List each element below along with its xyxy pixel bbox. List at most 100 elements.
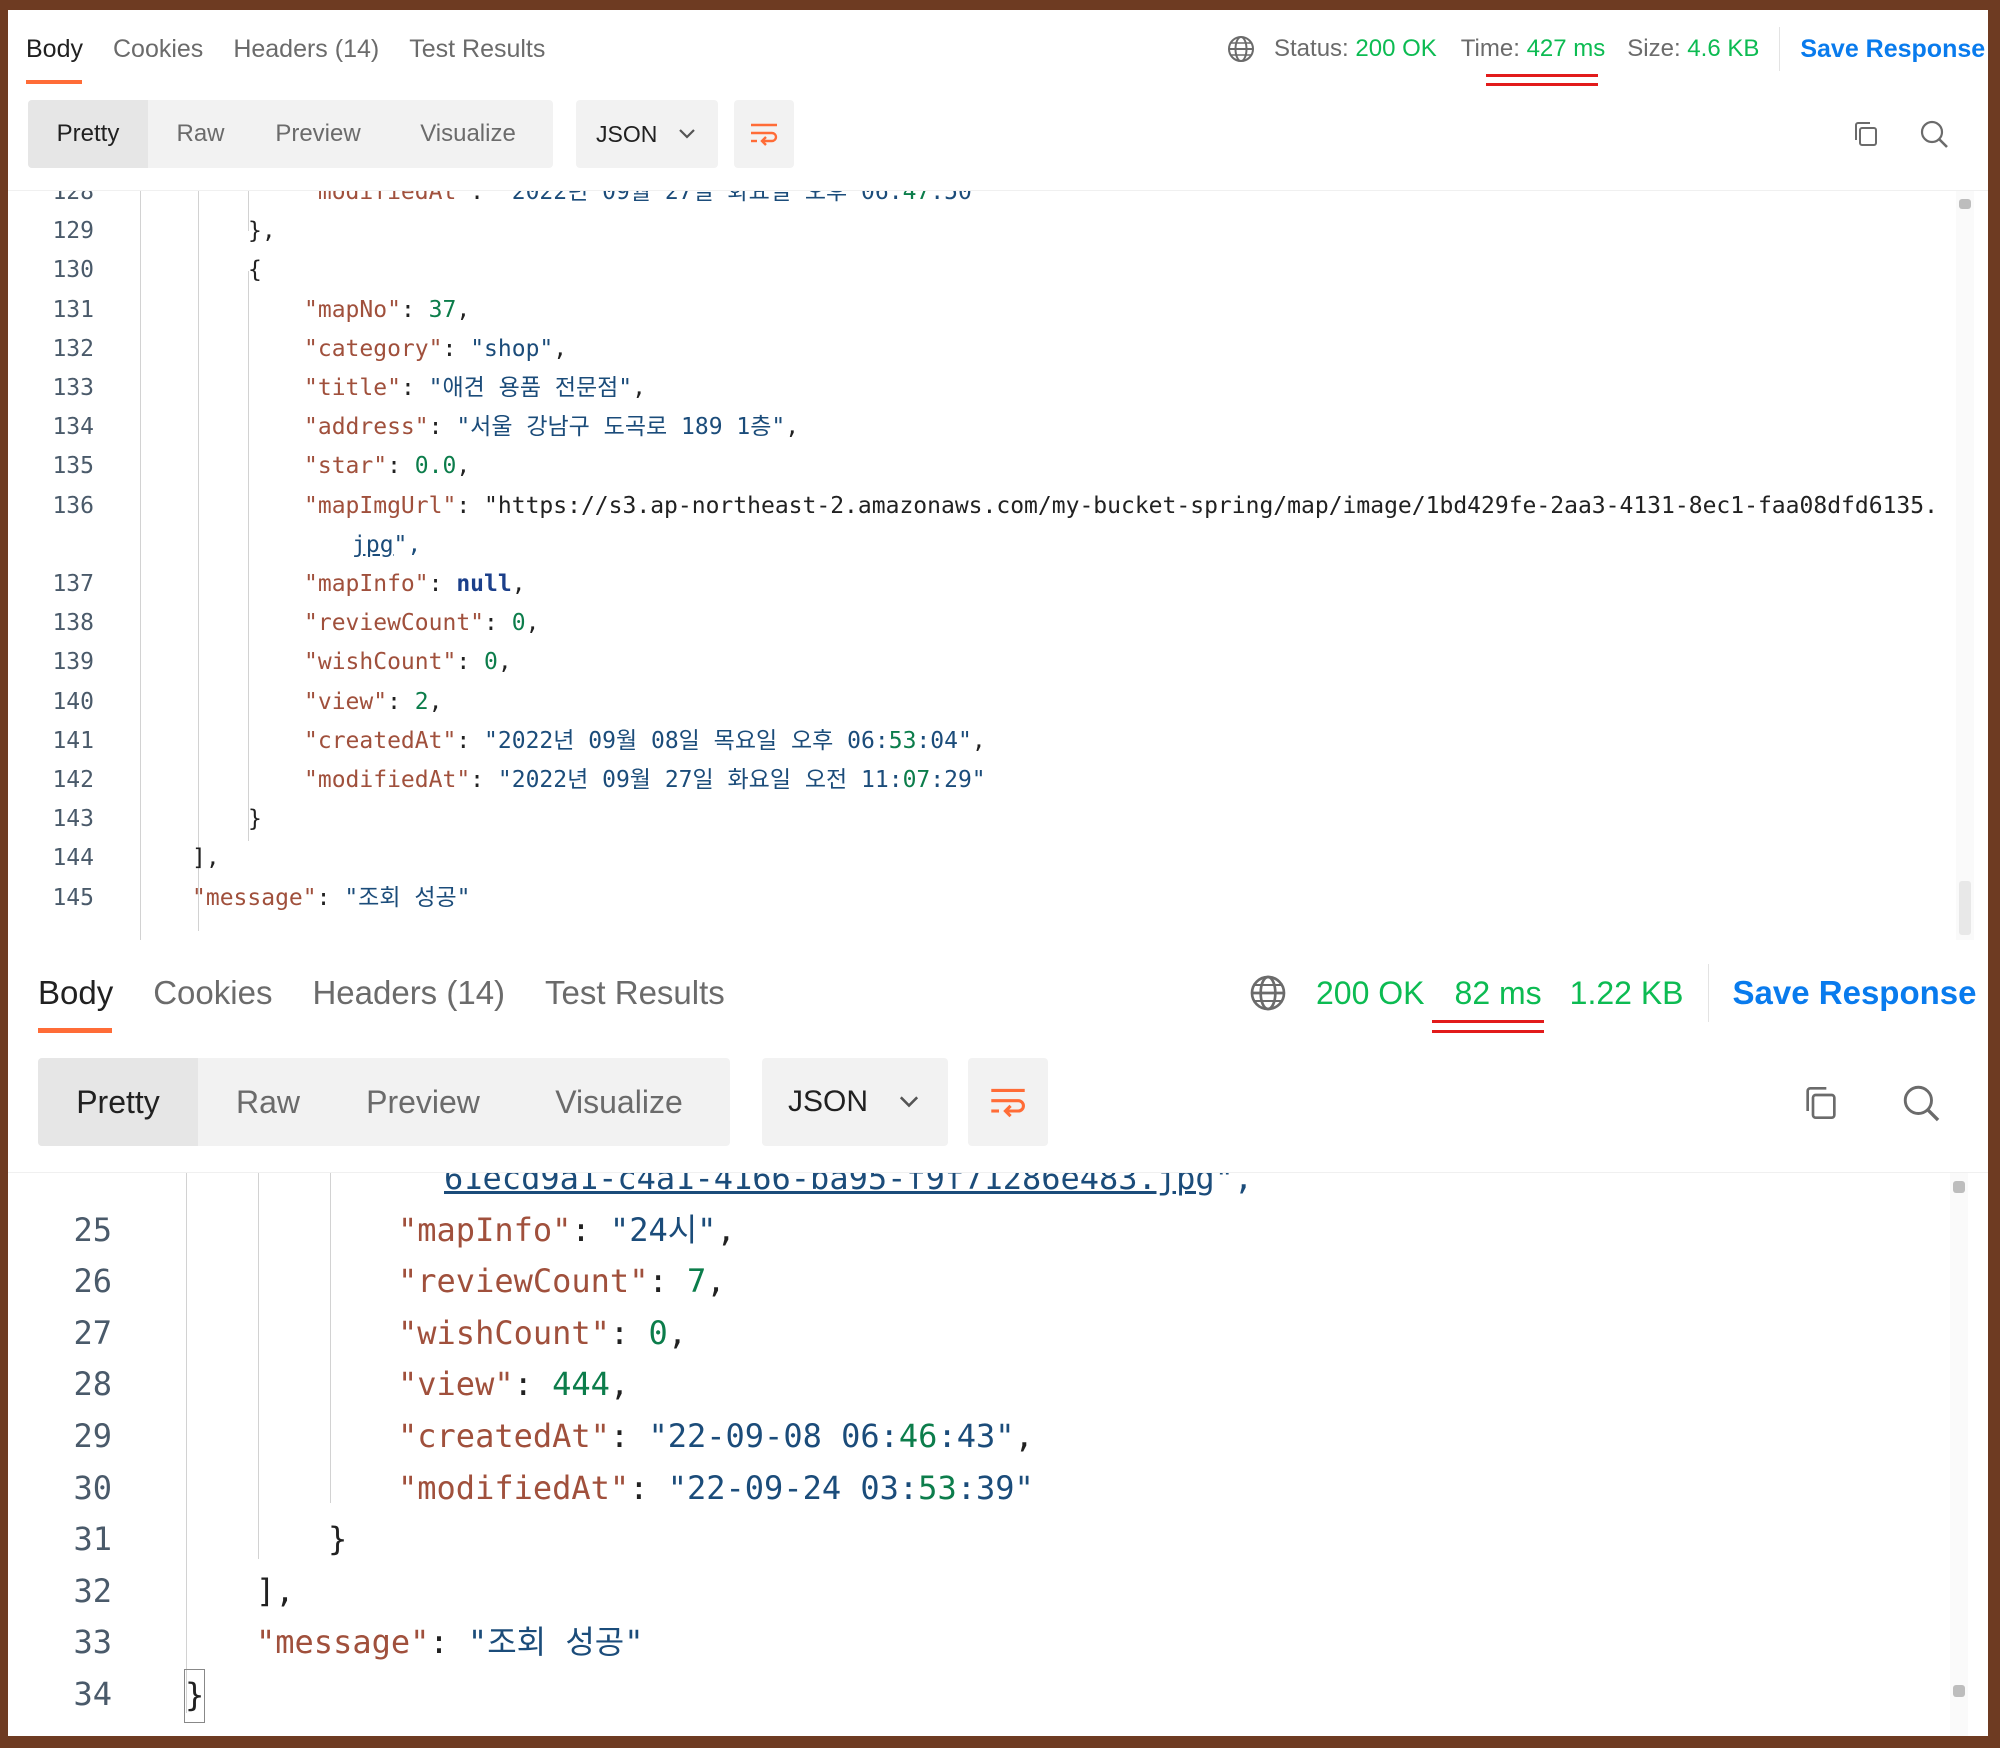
view-raw[interactable]: Raw bbox=[148, 100, 253, 168]
line-number: 145 bbox=[52, 884, 94, 911]
search-button[interactable] bbox=[1888, 1070, 1954, 1136]
scrollbar-thumb[interactable] bbox=[1959, 881, 1971, 935]
view-preview[interactable]: Preview bbox=[338, 1058, 508, 1146]
code-line: jpg", bbox=[352, 531, 422, 558]
copy-icon bbox=[1801, 1083, 1841, 1123]
response-body-editor[interactable]: 61ecd9a1-c4a1-4166-ba95-f9f71286e483.jpg… bbox=[8, 1172, 1988, 1736]
image-url-link-continued[interactable]: jpg bbox=[352, 532, 394, 558]
vertical-scrollbar[interactable] bbox=[1950, 1173, 1968, 1736]
vertical-scrollbar[interactable] bbox=[1956, 191, 1974, 940]
tab-headers[interactable]: Headers (14) bbox=[312, 974, 505, 1012]
format-select[interactable]: JSON bbox=[576, 100, 718, 168]
response-meta: Status: 200 OK Time: 427 ms Size: 4.6 KB… bbox=[1226, 10, 1988, 88]
indent-guide bbox=[186, 1173, 187, 1713]
copy-button[interactable] bbox=[1840, 108, 1892, 160]
code-line: "message": "조회 성공" bbox=[192, 884, 471, 911]
code-line: }, bbox=[248, 218, 276, 245]
response-toolbar: Pretty Raw Preview Visualize JSON bbox=[8, 1058, 1988, 1150]
wrap-lines-button[interactable] bbox=[968, 1058, 1048, 1146]
line-number: 137 bbox=[52, 571, 94, 597]
view-preview[interactable]: Preview bbox=[253, 100, 383, 168]
globe-icon[interactable] bbox=[1248, 973, 1288, 1013]
line-number: 134 bbox=[52, 414, 94, 441]
status-value[interactable]: 200 OK bbox=[1355, 35, 1436, 63]
code-line: "createdAt": "22-09-08 06:46:43", bbox=[398, 1417, 1034, 1455]
tab-headers[interactable]: Headers (14) bbox=[233, 35, 379, 64]
time-label: Time: bbox=[1460, 35, 1520, 62]
search-button[interactable] bbox=[1908, 108, 1960, 160]
response-meta: 200 OK 82 ms 1.22 KB Save Response bbox=[1248, 940, 1988, 1046]
code-line: "modifiedAt": "2022년 09월 27일 화요일 오전 11:0… bbox=[304, 767, 986, 793]
tab-test-results[interactable]: Test Results bbox=[409, 35, 545, 64]
line-number: 34 bbox=[73, 1675, 112, 1713]
code-line: "message": "조회 성공" bbox=[256, 1623, 644, 1662]
view-visualize[interactable]: Visualize bbox=[508, 1058, 730, 1146]
line-number: 143 bbox=[52, 806, 94, 833]
response-header-bar: Body Cookies Headers (14) Test Results S… bbox=[8, 10, 1988, 88]
line-number: 138 bbox=[52, 610, 94, 637]
format-select[interactable]: JSON bbox=[762, 1058, 948, 1146]
code-line: "modifiedAt": "22-09-24 03:53:39" bbox=[398, 1468, 1034, 1507]
time-value[interactable]: 82 ms bbox=[1455, 975, 1542, 1012]
line-number: 144 bbox=[52, 845, 94, 872]
tab-body[interactable]: Body bbox=[38, 974, 113, 1012]
indent-guide bbox=[140, 191, 141, 940]
view-pretty[interactable]: Pretty bbox=[38, 1058, 198, 1146]
status-value[interactable]: 200 OK bbox=[1316, 975, 1425, 1012]
globe-icon[interactable] bbox=[1226, 34, 1256, 64]
chevron-down-icon bbox=[898, 1095, 920, 1109]
size-value[interactable]: 1.22 KB bbox=[1570, 975, 1684, 1012]
code-line: "category": "shop", bbox=[304, 335, 568, 362]
line-number: 26 bbox=[73, 1262, 112, 1301]
code-line: ], bbox=[256, 1571, 295, 1610]
response-panel-after: Body Cookies Headers (14) Test Results 2… bbox=[8, 940, 1988, 1736]
line-number: 136 bbox=[52, 492, 94, 519]
time-value[interactable]: 427 ms bbox=[1527, 35, 1606, 63]
view-visualize[interactable]: Visualize bbox=[383, 100, 553, 168]
code-line: "createdAt": "2022년 09월 08일 목요일 오후 06:53… bbox=[304, 727, 986, 754]
scroll-arrow-up[interactable] bbox=[1959, 199, 1971, 209]
copy-icon bbox=[1851, 119, 1881, 149]
wrap-lines-icon bbox=[748, 120, 780, 148]
copy-button[interactable] bbox=[1788, 1070, 1854, 1136]
view-mode-group: Pretty Raw Preview Visualize bbox=[28, 100, 553, 168]
response-panel-before: Body Cookies Headers (14) Test Results S… bbox=[8, 10, 1988, 940]
scroll-arrow-up[interactable] bbox=[1953, 1181, 1965, 1193]
format-value: JSON bbox=[596, 120, 658, 147]
line-number: 27 bbox=[73, 1313, 112, 1352]
code-line: "reviewCount": 7, bbox=[398, 1262, 726, 1301]
wrap-lines-button[interactable] bbox=[734, 100, 794, 168]
code-line: "mapInfo": "24시", bbox=[398, 1210, 736, 1249]
code-line: { bbox=[248, 257, 262, 284]
response-header-bar: Body Cookies Headers (14) Test Results 2… bbox=[8, 940, 1988, 1046]
size-label: Size: bbox=[1627, 35, 1681, 62]
line-number: 129 bbox=[52, 218, 94, 245]
line-number: 140 bbox=[52, 688, 94, 715]
save-response-button[interactable]: Save Response bbox=[1733, 974, 1988, 1012]
code-line: "mapInfo": null, bbox=[304, 571, 526, 597]
tab-test-results[interactable]: Test Results bbox=[545, 974, 725, 1012]
indent-guide bbox=[258, 1173, 259, 1559]
save-response-button[interactable]: Save Response bbox=[1800, 35, 1988, 64]
wrap-lines-icon bbox=[987, 1084, 1029, 1120]
size-value[interactable]: 4.6 KB bbox=[1687, 35, 1759, 63]
format-value: JSON bbox=[788, 1085, 869, 1118]
tab-body[interactable]: Body bbox=[26, 35, 83, 64]
response-body-editor[interactable]: 128 "modifiedAt": "2022년 09월 27일 화요일 오후 0… bbox=[8, 190, 1988, 940]
code-line: "address": "서울 강남구 도곡로 189 1층", bbox=[304, 414, 800, 441]
view-pretty[interactable]: Pretty bbox=[28, 100, 148, 168]
code-line: 61ecd9a1-c4a1-4166-ba95-f9f71286e483.jpg… bbox=[444, 1173, 1253, 1205]
code-line: "mapNo": 37, bbox=[304, 296, 471, 323]
line-number: 131 bbox=[52, 296, 94, 323]
image-url-link-continued[interactable]: 61ecd9a1-c4a1-4166-ba95-f9f71286e483.jpg bbox=[444, 1173, 1215, 1197]
tab-cookies[interactable]: Cookies bbox=[153, 974, 272, 1012]
line-number: 141 bbox=[52, 727, 94, 754]
tab-cookies[interactable]: Cookies bbox=[113, 35, 203, 64]
code-line: "wishCount": 0, bbox=[398, 1313, 687, 1352]
line-number: 33 bbox=[73, 1623, 112, 1662]
scroll-arrow-down[interactable] bbox=[1953, 1685, 1965, 1697]
line-number: 132 bbox=[52, 335, 94, 362]
line-number: 135 bbox=[52, 453, 94, 480]
view-raw[interactable]: Raw bbox=[198, 1058, 338, 1146]
line-number: 29 bbox=[73, 1417, 112, 1455]
